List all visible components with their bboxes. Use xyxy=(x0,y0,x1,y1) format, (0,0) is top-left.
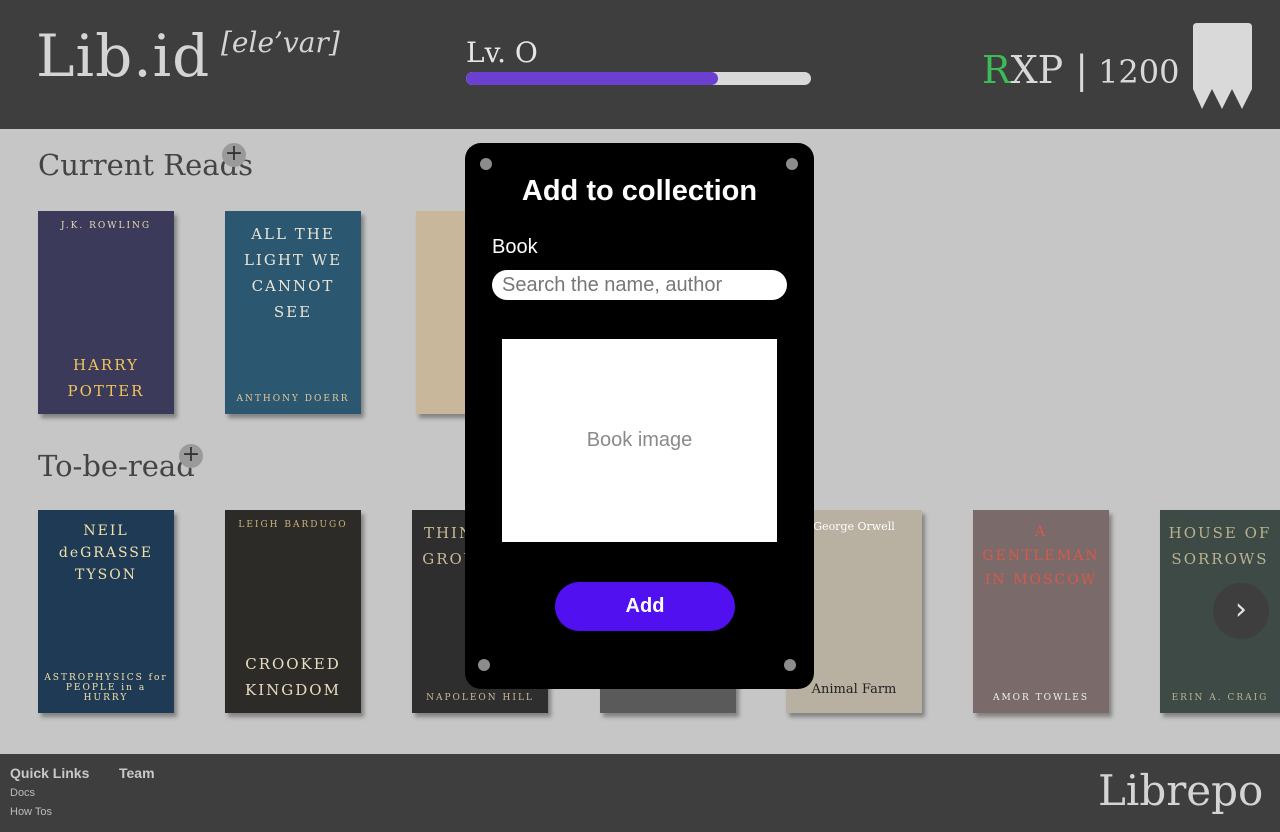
app-logo[interactable]: Lib.id xyxy=(36,22,210,90)
corner-dot xyxy=(478,659,490,671)
book-title: HARRY POTTER xyxy=(67,356,145,400)
bookmark-icon[interactable] xyxy=(1193,23,1252,111)
book-author: AMOR TOWLES xyxy=(992,693,1090,703)
level-label: Lv. O xyxy=(466,36,538,69)
carousel-next-button[interactable]: › xyxy=(1213,583,1269,639)
book-title: NEIL deGRASSE TYSON xyxy=(58,523,154,583)
book-author: NAPOLEON HILL xyxy=(426,693,534,703)
rxp-separator: | xyxy=(1075,48,1089,92)
book-title: CROOKED KINGDOM xyxy=(245,655,341,699)
book-cover[interactable] xyxy=(416,211,472,414)
book-title: ALL THE LIGHT WE CANNOT SEE xyxy=(243,225,343,321)
book-author: J.K. ROWLING xyxy=(60,221,152,231)
xp-progress-fill xyxy=(466,72,718,85)
footer-quick-links-heading: Quick Links xyxy=(10,765,90,781)
book-author: LEIGH BARDUGO xyxy=(238,520,348,530)
book-author: ASTROPHYSICS for PEOPLE in a HURRY xyxy=(44,673,168,703)
book-search-input[interactable] xyxy=(492,270,787,300)
book-image-label: Book image xyxy=(586,429,693,451)
book-cover[interactable]: A GENTLEMAN IN MOSCOW AMOR TOWLES xyxy=(973,510,1109,713)
corner-dot xyxy=(786,158,798,170)
add-current-read-icon[interactable]: + xyxy=(222,143,246,167)
app-header: Lib.id [ele’var] Lv. O RXP | 1200 xyxy=(0,0,1280,129)
book-cover[interactable]: J.K. ROWLING HARRY POTTER xyxy=(38,211,174,414)
current-reads-title: Current Reads xyxy=(38,148,254,182)
book-author: ERIN A. CRAIG xyxy=(1171,693,1269,703)
book-image-placeholder: Book image xyxy=(502,339,777,542)
rxp-r: R xyxy=(982,48,1011,92)
book-author: ANTHONY DOERR xyxy=(236,394,350,404)
book-title: HOUSE OF SORROWS xyxy=(1168,524,1272,568)
book-author: George Orwell xyxy=(813,520,895,533)
book-cover[interactable]: LEIGH BARDUGO CROOKED KINGDOM xyxy=(225,510,361,713)
footer-howtos-link[interactable]: How Tos xyxy=(10,806,52,818)
to-be-read-title: To-be-read xyxy=(38,449,195,483)
book-title: A GENTLEMAN IN MOSCOW xyxy=(982,524,1100,588)
book-field-label: Book xyxy=(492,236,538,258)
xp-progress-bar xyxy=(466,72,811,85)
book-cover[interactable]: ALL THE LIGHT WE CANNOT SEE ANTHONY DOER… xyxy=(225,211,361,414)
rxp-display: RXP | 1200 xyxy=(982,48,1180,92)
book-cover[interactable]: NEIL deGRASSE TYSON ASTROPHYSICS for PEO… xyxy=(38,510,174,713)
footer-team-link[interactable]: Team xyxy=(119,765,155,781)
xp-value: 1200 xyxy=(1098,53,1180,91)
rxp-xp: XP xyxy=(1010,48,1064,92)
add-to-be-read-icon[interactable]: + xyxy=(179,444,203,468)
book-title: Animal Farm xyxy=(811,682,897,697)
add-button[interactable]: Add xyxy=(555,582,735,631)
modal-title: Add to collection xyxy=(521,175,758,207)
footer-brand: Librepo xyxy=(1098,766,1264,815)
corner-dot xyxy=(480,158,492,170)
footer-docs-link[interactable]: Docs xyxy=(10,787,35,799)
app-footer: Quick Links Team Docs How Tos Librepo xyxy=(0,754,1280,832)
corner-dot xyxy=(784,659,796,671)
logo-pronunciation: [ele’var] xyxy=(221,26,340,59)
